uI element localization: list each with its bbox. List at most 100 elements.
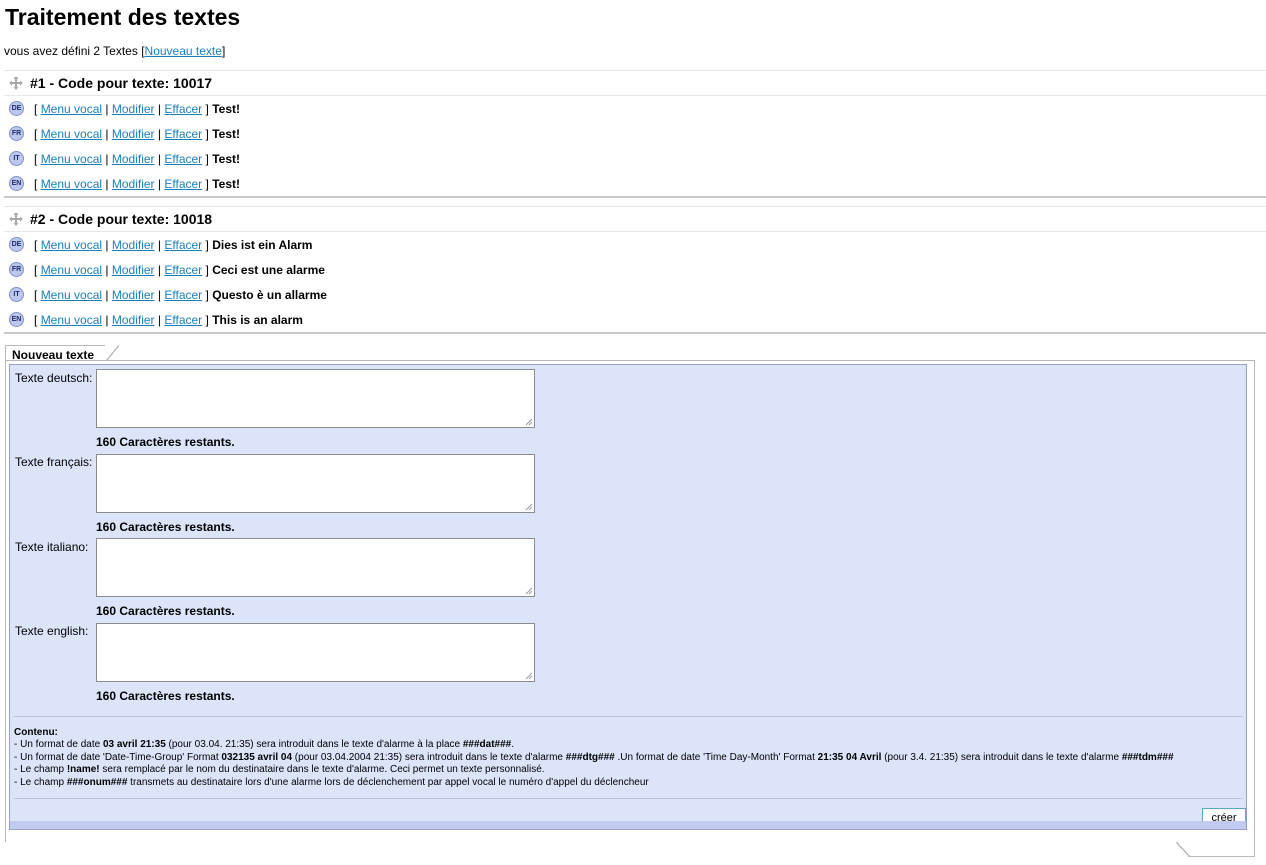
label-italiano: Texte italiano: [15, 540, 89, 554]
menu-vocal-link[interactable]: Menu vocal [41, 263, 102, 277]
text-row-it: IT [ Menu vocal | Modifier | Effacer ] Q… [4, 282, 1266, 307]
resize-grip-icon[interactable] [523, 416, 533, 426]
delete-link[interactable]: Effacer [164, 263, 202, 277]
new-text-form: Texte deutsch: 160 Caractères restants. … [9, 364, 1247, 830]
separator: | [157, 176, 162, 191]
lang-fr-icon: FR [9, 126, 24, 141]
resize-grip-icon[interactable] [523, 670, 533, 680]
label-deutsch: Texte deutsch: [15, 371, 93, 385]
remaining-francais: 160 Caractères restants. [96, 520, 235, 534]
lang-it-icon: IT [9, 287, 24, 302]
separator: | [105, 287, 109, 302]
text-row-de: DE [ Menu vocal | Modifier | Effacer ] T… [4, 96, 1266, 121]
note-line-onum: - Le champ ###onum### transmets au desti… [14, 776, 649, 788]
text-value: Test! [212, 176, 240, 191]
separator: | [157, 126, 162, 141]
text-deutsch-input[interactable] [96, 369, 535, 428]
separator: | [105, 237, 109, 252]
bracket-close: ] [205, 126, 209, 141]
menu-vocal-link[interactable]: Menu vocal [41, 238, 102, 252]
separator: | [105, 176, 109, 191]
menu-vocal-link[interactable]: Menu vocal [41, 177, 102, 191]
code-title-text: #1 - Code pour texte: 10017 [30, 75, 213, 91]
content-notes: Contenu: - Un format de date 03 avril 21… [14, 727, 1174, 789]
note-line-name: - Le champ !name! sera remplacé par le n… [14, 764, 545, 776]
new-text-link[interactable]: Nouveau texte [145, 44, 222, 58]
text-row-en: EN [ Menu vocal | Modifier | Effacer ] T… [4, 171, 1266, 196]
delete-link[interactable]: Effacer [164, 102, 202, 116]
delete-link[interactable]: Effacer [164, 238, 202, 252]
bracket-close: ] [205, 312, 209, 327]
menu-vocal-link[interactable]: Menu vocal [41, 313, 102, 327]
text-value: Ceci est une alarme [212, 262, 325, 277]
text-value: This is an alarm [212, 312, 303, 327]
menu-vocal-link[interactable]: Menu vocal [41, 288, 102, 302]
separator: | [105, 312, 109, 327]
bracket-close: ] [205, 237, 209, 252]
menu-vocal-link[interactable]: Menu vocal [41, 127, 102, 141]
bracket-open: [ [34, 262, 38, 277]
text-value: Test! [212, 126, 240, 141]
separator: | [105, 101, 109, 116]
separator: | [105, 262, 109, 277]
text-italiano-input[interactable] [96, 538, 535, 597]
code-block-title: #1 - Code pour texte: 10017 [4, 71, 1266, 96]
lang-en-icon: EN [9, 312, 24, 327]
text-value: Test! [212, 101, 240, 116]
lang-it-icon: IT [9, 151, 24, 166]
delete-link[interactable]: Effacer [164, 127, 202, 141]
text-english-input[interactable] [96, 623, 535, 682]
bracket-close: ] [205, 287, 209, 302]
bracket-open: [ [34, 126, 38, 141]
menu-vocal-link[interactable]: Menu vocal [41, 102, 102, 116]
modify-link[interactable]: Modifier [112, 288, 155, 302]
bracket-close: ] [205, 262, 209, 277]
bracket-open: [ [34, 287, 38, 302]
bracket-close: ] [205, 101, 209, 116]
bracket-open: [ [34, 237, 38, 252]
code-block-title: #2 - Code pour texte: 10018 [4, 207, 1266, 232]
resize-grip-icon[interactable] [523, 585, 533, 595]
delete-link[interactable]: Effacer [164, 152, 202, 166]
text-value: Dies ist ein Alarm [212, 237, 313, 252]
text-value: Test! [212, 151, 240, 166]
delete-link[interactable]: Effacer [164, 177, 202, 191]
delete-link[interactable]: Effacer [164, 313, 202, 327]
modify-link[interactable]: Modifier [112, 127, 155, 141]
lang-de-icon: DE [9, 101, 24, 116]
separator: | [157, 151, 162, 166]
resize-grip-icon[interactable] [523, 501, 533, 511]
text-row-fr: FR [ Menu vocal | Modifier | Effacer ] C… [4, 257, 1266, 282]
text-row-fr: FR [ Menu vocal | Modifier | Effacer ] T… [4, 121, 1266, 146]
delete-link[interactable]: Effacer [164, 288, 202, 302]
modify-link[interactable]: Modifier [112, 177, 155, 191]
remaining-english: 160 Caractères restants. [96, 689, 235, 703]
code-block-10017: #1 - Code pour texte: 10017 DE [ Menu vo… [4, 70, 1266, 198]
modify-link[interactable]: Modifier [112, 238, 155, 252]
note-line-date: - Un format de date 03 avril 21:35 (pour… [14, 739, 515, 751]
code-block-10018: #2 - Code pour texte: 10018 DE [ Menu vo… [4, 206, 1266, 334]
modify-link[interactable]: Modifier [112, 102, 155, 116]
text-value: Questo è un allarme [212, 287, 327, 302]
separator: | [157, 101, 162, 116]
modify-link[interactable]: Modifier [112, 263, 155, 277]
modify-link[interactable]: Modifier [112, 313, 155, 327]
code-title-text: #2 - Code pour texte: 10018 [30, 211, 213, 227]
lang-de-icon: DE [9, 237, 24, 252]
remaining-deutsch: 160 Caractères restants. [96, 435, 235, 449]
divider [14, 798, 1242, 799]
modify-link[interactable]: Modifier [112, 152, 155, 166]
new-text-panel: Texte deutsch: 160 Caractères restants. … [5, 360, 1255, 842]
menu-vocal-link[interactable]: Menu vocal [41, 152, 102, 166]
move-icon[interactable] [8, 211, 24, 227]
text-row-de: DE [ Menu vocal | Modifier | Effacer ] D… [4, 232, 1266, 257]
text-francais-input[interactable] [96, 454, 535, 513]
move-icon[interactable] [8, 75, 24, 91]
bracket-open: [ [34, 176, 38, 191]
summary-text: vous avez défini 2 Textes [4, 44, 138, 58]
summary: vous avez défini 2 Textes [Nouveau texte… [4, 44, 225, 58]
separator: | [157, 312, 162, 327]
separator: | [157, 262, 162, 277]
remaining-italiano: 160 Caractères restants. [96, 604, 235, 618]
separator: | [105, 151, 109, 166]
